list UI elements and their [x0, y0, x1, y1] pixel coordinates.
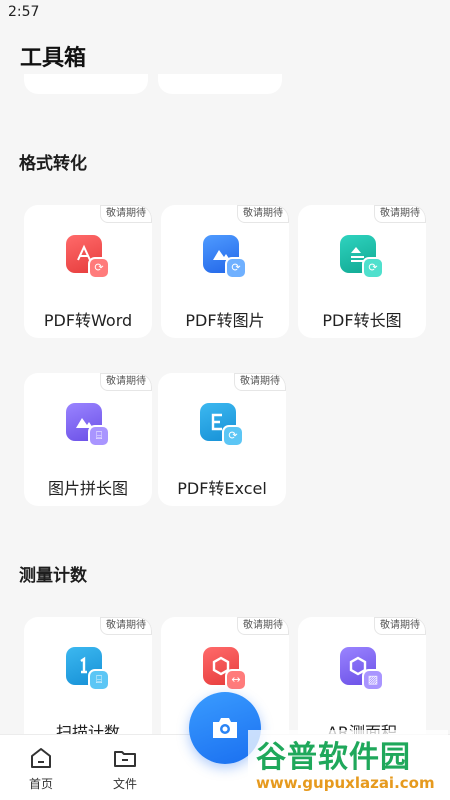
pdf-to-image-icon: ⟳: [203, 235, 247, 279]
tool-pdf-to-excel[interactable]: 敬请期待 ⟳ PDF转Excel: [158, 373, 286, 506]
ar-area-icon: ▨: [340, 647, 384, 691]
watermark-url: www.gupuxlazai.com: [256, 774, 435, 792]
tool-pdf-to-image[interactable]: 敬请期待 ⟳ PDF转图片: [161, 205, 289, 338]
status-time: 2:57: [8, 4, 40, 20]
coming-soon-badge: 敬请期待: [100, 373, 152, 391]
tool-scan-count[interactable]: 敬请期待 ⌸ 扫描计数: [24, 617, 152, 750]
pdf-to-word-icon: ⟳: [66, 235, 110, 279]
image-stitch-icon: ⌸: [66, 403, 110, 447]
tool-label: PDF转Word: [43, 311, 133, 330]
watermark-name: 谷普软件园: [256, 740, 411, 775]
coming-soon-badge: 敬请期待: [237, 617, 289, 635]
tool-pdf-to-long-image[interactable]: 敬请期待 ⟳ PDF转长图: [298, 205, 426, 338]
tool-label: 图片拼长图: [47, 479, 128, 498]
page-title: 工具箱: [20, 46, 87, 71]
tool-label: PDF转长图: [322, 311, 402, 330]
coming-soon-badge: 敬请期待: [374, 205, 426, 223]
coming-soon-badge: 敬请期待: [374, 617, 426, 635]
folder-icon: [114, 751, 136, 767]
coming-soon-badge: 敬请期待: [234, 373, 286, 391]
pdf-to-excel-icon: ⟳: [200, 403, 244, 447]
nav-home[interactable]: 首页: [21, 745, 61, 792]
tool-image-stitch[interactable]: 敬请期待 ⌸ 图片拼长图: [24, 373, 152, 506]
home-icon: [31, 748, 51, 768]
section-title-measure-count: 测量计数: [19, 566, 87, 586]
coming-soon-badge: 敬请期待: [237, 205, 289, 223]
partial-card[interactable]: [158, 74, 282, 94]
partial-card[interactable]: [24, 74, 148, 94]
measure-icon: ↔: [203, 647, 247, 691]
tool-label: PDF转图片: [185, 311, 265, 330]
pdf-to-long-image-icon: ⟳: [340, 235, 384, 279]
section-title-format-conversion: 格式转化: [19, 154, 87, 174]
camera-icon: [213, 718, 237, 738]
nav-files-label: 文件: [112, 777, 137, 791]
watermark-logo: 谷普软件园 www.gupuxlazai.com: [248, 730, 448, 798]
tool-label: PDF转Excel: [177, 479, 267, 498]
tool-pdf-to-word[interactable]: 敬请期待 ⟳ PDF转Word: [24, 205, 152, 338]
nav-home-label: 首页: [28, 777, 53, 791]
coming-soon-badge: 敬请期待: [100, 617, 152, 635]
scan-count-icon: ⌸: [66, 647, 110, 691]
nav-files[interactable]: 文件: [105, 745, 145, 792]
coming-soon-badge: 敬请期待: [100, 205, 152, 223]
